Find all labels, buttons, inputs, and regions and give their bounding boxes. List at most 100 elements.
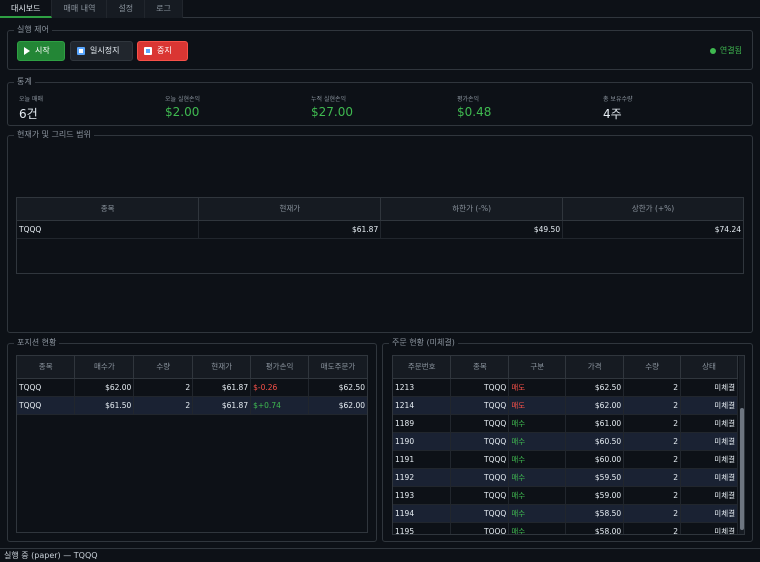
table-row[interactable]: 1192 TQQQ 매수 $59.50 2 미체결 [393,468,738,487]
order-side[interactable]: 매수 [508,414,567,433]
position-symbol[interactable]: TQQQ [17,378,76,397]
order-price[interactable]: $60.50 [565,432,625,451]
order-id[interactable]: 1192 [393,468,452,487]
column-header[interactable]: 주문번호 [393,356,452,379]
position-sell-order-price[interactable]: $62.50 [308,378,367,397]
order-qty[interactable]: 2 [623,522,682,534]
table-row[interactable]: 1194 TQQQ 매수 $58.50 2 미체결 [393,504,738,523]
order-id[interactable]: 1191 [393,450,452,469]
order-qty[interactable]: 2 [623,432,682,451]
order-id[interactable]: 1194 [393,504,452,523]
order-qty[interactable]: 2 [623,414,682,433]
position-current-price[interactable]: $61.87 [192,396,252,415]
column-header[interactable]: 현재가 [192,356,252,379]
order-status[interactable]: 미체결 [680,414,738,433]
position-qty[interactable]: 2 [133,396,194,415]
order-status[interactable]: 미체결 [680,396,738,415]
order-id[interactable]: 1214 [393,396,452,415]
order-symbol[interactable]: TQQQ [450,522,510,534]
position-current-price[interactable]: $61.87 [192,378,252,397]
order-symbol[interactable]: TQQQ [450,378,510,397]
order-side[interactable]: 매수 [508,450,567,469]
order-price[interactable]: $59.00 [565,486,625,505]
position-pnl[interactable]: $+0.74 [250,396,310,415]
orders-scrollbar[interactable] [739,356,744,534]
column-header[interactable]: 평가손익 [250,356,310,379]
column-header[interactable]: 매수가 [74,356,135,379]
order-status[interactable]: 미체결 [680,432,738,451]
order-side[interactable]: 매수 [508,432,567,451]
order-symbol[interactable]: TQQQ [450,450,510,469]
table-row[interactable]: TQQQ $61.87 $49.50 $74.24 [17,220,743,239]
table-row[interactable]: TQQQ $62.00 2 $61.87 $-0.26 $62.50 [17,378,367,397]
order-status[interactable]: 미체결 [680,378,738,397]
order-side[interactable]: 매수 [508,486,567,505]
order-symbol[interactable]: TQQQ [450,396,510,415]
order-id[interactable]: 1195 [393,522,452,534]
order-price[interactable]: $58.50 [565,504,625,523]
table-row[interactable]: 1189 TQQQ 매수 $61.00 2 미체결 [393,414,738,433]
table-row[interactable]: 1195 TQQQ 매수 $58.00 2 미체결 [393,522,738,534]
order-qty[interactable]: 2 [623,504,682,523]
start-button[interactable]: 시작 [17,41,65,61]
order-symbol[interactable]: TQQQ [450,468,510,487]
order-side[interactable]: 매도 [508,396,567,415]
scrollbar-thumb[interactable] [740,408,744,530]
order-qty[interactable]: 2 [623,450,682,469]
order-side[interactable]: 매도 [508,378,567,397]
order-status[interactable]: 미체결 [680,486,738,505]
table-row[interactable]: 1191 TQQQ 매수 $60.00 2 미체결 [393,450,738,469]
order-qty[interactable]: 2 [623,396,682,415]
table-row[interactable]: 1193 TQQQ 매수 $59.00 2 미체결 [393,486,738,505]
column-header[interactable]: 상한가 (+%) [562,198,743,221]
grid-symbol[interactable]: TQQQ [17,220,200,239]
order-qty[interactable]: 2 [623,468,682,487]
column-header[interactable]: 종목 [17,198,200,221]
column-header[interactable]: 가격 [565,356,625,379]
order-id[interactable]: 1190 [393,432,452,451]
order-status[interactable]: 미체결 [680,468,738,487]
position-symbol[interactable]: TQQQ [17,396,76,415]
order-price[interactable]: $62.00 [565,396,625,415]
order-id[interactable]: 1193 [393,486,452,505]
order-price[interactable]: $59.50 [565,468,625,487]
column-header[interactable]: 종목 [450,356,510,379]
column-header[interactable]: 구분 [508,356,567,379]
order-side[interactable]: 매수 [508,522,567,534]
tab-dashboard[interactable]: 대시보드 [0,0,53,18]
table-row[interactable]: 1214 TQQQ 매도 $62.00 2 미체결 [393,396,738,415]
order-side[interactable]: 매수 [508,468,567,487]
order-status[interactable]: 미체결 [680,450,738,469]
position-sell-order-price[interactable]: $62.00 [308,396,367,415]
table-row[interactable]: TQQQ $61.50 2 $61.87 $+0.74 $62.00 [17,396,367,415]
grid-lower-bound[interactable]: $49.50 [380,220,564,239]
tab-settings[interactable]: 설정 [107,0,146,18]
position-pnl[interactable]: $-0.26 [250,378,310,397]
pause-button[interactable]: 일시정지 [70,41,133,61]
column-header[interactable]: 현재가 [198,198,382,221]
order-price[interactable]: $62.50 [565,378,625,397]
order-price[interactable]: $61.00 [565,414,625,433]
order-price[interactable]: $60.00 [565,450,625,469]
column-header[interactable]: 수량 [133,356,194,379]
order-id[interactable]: 1189 [393,414,452,433]
order-status[interactable]: 미체결 [680,522,738,534]
order-price[interactable]: $58.00 [565,522,625,534]
grid-current-price[interactable]: $61.87 [198,220,382,239]
column-header[interactable]: 종목 [17,356,76,379]
order-status[interactable]: 미체결 [680,504,738,523]
position-buy-price[interactable]: $62.00 [74,378,135,397]
order-symbol[interactable]: TQQQ [450,486,510,505]
grid-upper-bound[interactable]: $74.24 [562,220,743,239]
tab-trade-history[interactable]: 매매 내역 [52,0,108,18]
order-id[interactable]: 1213 [393,378,452,397]
order-symbol[interactable]: TQQQ [450,432,510,451]
column-header[interactable]: 상태 [680,356,738,379]
column-header[interactable]: 매도주문가 [308,356,367,379]
stop-button[interactable]: 중지 [137,41,188,61]
table-row[interactable]: 1190 TQQQ 매수 $60.50 2 미체결 [393,432,738,451]
order-qty[interactable]: 2 [623,378,682,397]
column-header[interactable]: 하한가 (-%) [380,198,564,221]
order-symbol[interactable]: TQQQ [450,504,510,523]
order-side[interactable]: 매수 [508,504,567,523]
